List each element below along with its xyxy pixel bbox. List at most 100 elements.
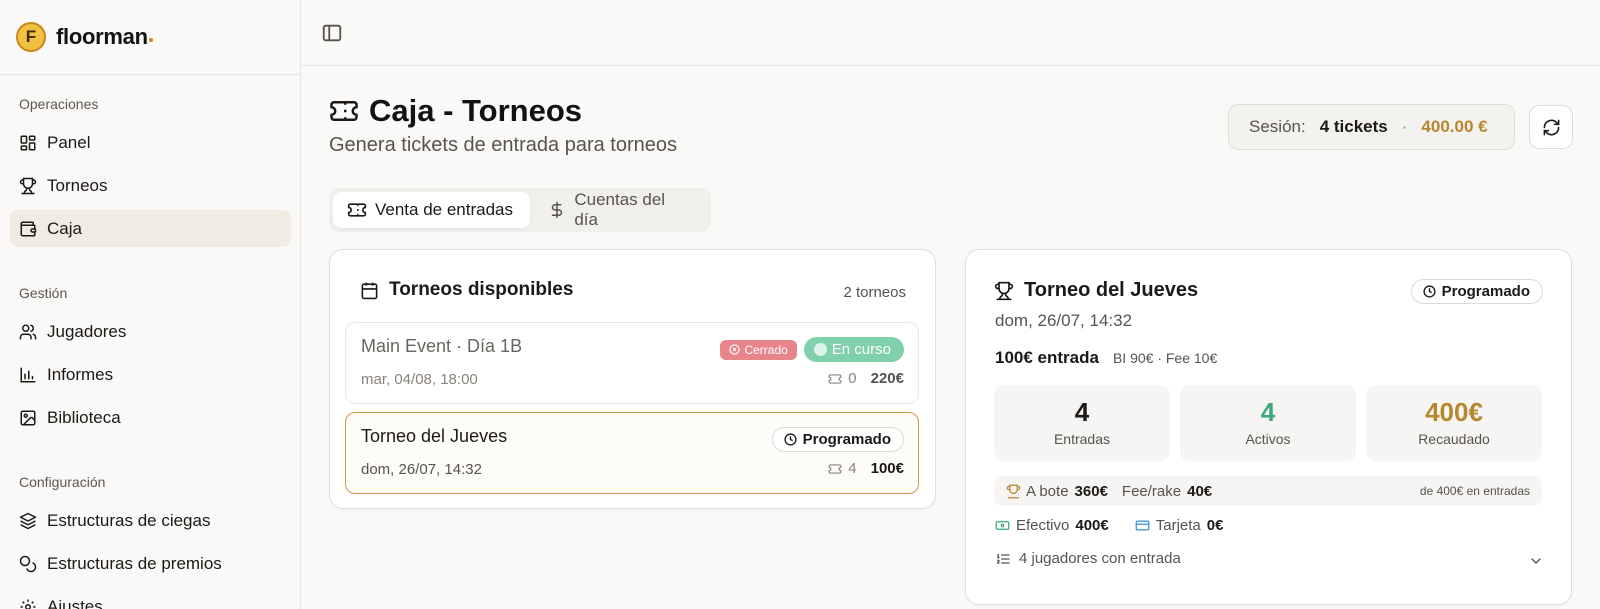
live-dot-icon: [813, 343, 827, 356]
status-badge-label: Programado: [1441, 283, 1530, 300]
list-ordered-icon: [996, 553, 1010, 564]
detail-status: Programado: [1410, 279, 1543, 304]
page-title-text: Caja - Torneos: [369, 93, 583, 128]
stat-value: 4: [1260, 397, 1276, 427]
tournament-price: 220€: [870, 370, 904, 387]
tournament-count: 2 torneos: [843, 284, 906, 301]
sidebar: F floorman Operaciones Panel Torneos Caj…: [0, 0, 301, 609]
ticket-count: 0: [848, 370, 857, 387]
sidebar-item-biblioteca[interactable]: Biblioteca: [10, 399, 291, 436]
closed-badge-label: Cerrado: [744, 342, 788, 357]
tournament-item-main-event[interactable]: Main Event · Día 1B mar, 04/08, 18:00 Ce…: [345, 322, 919, 404]
players-label: 4 jugadores con entrada: [1019, 550, 1181, 567]
status-badge: En curso: [803, 337, 904, 362]
sidebar-item-label: Ajustes: [47, 596, 103, 609]
image-icon: [20, 410, 36, 425]
entry-price-value: 100€ entrada: [995, 348, 1099, 367]
session-amount: 400.00 €: [1421, 117, 1488, 136]
tournament-meta: 4 100€: [828, 460, 904, 477]
tournament-name: Main Event · Día 1B: [361, 336, 523, 356]
coins-icon: [19, 555, 37, 572]
sidebar-item-torneos[interactable]: Torneos: [10, 167, 291, 204]
sidebar-item-label: Caja: [47, 218, 82, 238]
tab-label: Venta de entradas: [375, 200, 514, 219]
trophy-icon: [19, 177, 37, 194]
sidebar-item-label: Biblioteca: [47, 407, 121, 427]
nav-group-gestion: Gestión Jugadores Informes Biblioteca: [0, 283, 301, 436]
stat-label: Recaudado: [1418, 431, 1490, 447]
tournament-name: Torneo del Jueves: [361, 426, 508, 446]
cash-label: Efectivo: [1016, 517, 1070, 534]
refresh-button[interactable]: [1529, 105, 1573, 149]
chevron-down-icon: [1531, 558, 1541, 564]
nav-group-title: Operaciones: [19, 96, 99, 112]
tab-label: Cuentas del día: [574, 190, 666, 229]
sidebar-item-ajustes[interactable]: Ajustes: [10, 588, 291, 609]
ticket-icon: [828, 463, 842, 474]
stat-activos: 4 Activos: [1180, 385, 1356, 461]
brand-dot: [148, 38, 153, 42]
page-title: Caja - Torneos: [329, 93, 582, 129]
status-badge: Programado: [771, 427, 904, 452]
status-badge-label: Programado: [802, 431, 891, 448]
sidebar-item-label: Estructuras de premios: [47, 553, 222, 573]
stat-entradas: 4 Entradas: [994, 385, 1170, 461]
nav-group-title: Configuración: [19, 474, 106, 490]
sidebar-item-informes[interactable]: Informes: [10, 356, 291, 393]
available-tournaments-card: Torneos disponibles 2 torneos Main Event…: [329, 249, 936, 509]
stat-value: 4: [1074, 397, 1090, 427]
cash-value: 400€: [1075, 517, 1109, 534]
pot-breakdown: A bote 360€ Fee/rake 40€ de 400€ en entr…: [994, 476, 1542, 506]
stat-label: Activos: [1245, 431, 1291, 447]
sidebar-item-label: Panel: [47, 132, 91, 152]
brand[interactable]: F floorman: [0, 0, 300, 75]
session-tickets: 4 tickets: [1319, 117, 1388, 136]
sidebar-item-label: Jugadores: [47, 321, 127, 341]
clock-icon: [1423, 285, 1436, 298]
session-summary: Sesión: 4 tickets · 400.00 €: [1228, 104, 1515, 150]
tab-cuentas-dia[interactable]: Cuentas del día: [534, 190, 707, 229]
trophy-icon: [994, 281, 1014, 300]
wallet-icon: [20, 221, 37, 236]
sidebar-item-caja[interactable]: Caja: [10, 210, 291, 247]
nav-group-title: Gestión: [19, 285, 68, 301]
status-badge-label: En curso: [831, 341, 891, 358]
tournament-item-jueves[interactable]: Torneo del Jueves dom, 26/07, 14:32 Prog…: [345, 412, 919, 494]
ticket-count: 4: [848, 460, 857, 477]
ticket-icon: [347, 203, 367, 217]
gear-icon: [20, 599, 36, 609]
pot-value: 360€: [1074, 482, 1108, 500]
sidebar-item-estructuras-ciegas[interactable]: Estructuras de ciegas: [10, 502, 291, 539]
sidebar-item-panel[interactable]: Panel: [10, 124, 291, 161]
sidebar-toggle-button[interactable]: [321, 22, 343, 44]
ticket-icon: [828, 373, 842, 384]
pot-note: de 400€ en entradas: [1419, 484, 1530, 498]
detail-title: Torneo del Jueves: [994, 279, 1198, 302]
card-title: Torneos disponibles: [360, 279, 573, 301]
tournament-detail-card: Torneo del Jueves dom, 26/07, 14:32 Prog…: [965, 249, 1572, 605]
entry-breakdown: BI 90€ · Fee 10€: [1112, 350, 1218, 366]
sidebar-item-jugadores[interactable]: Jugadores: [10, 313, 291, 350]
sidebar-item-label: Informes: [47, 364, 114, 384]
sidebar-item-label: Estructuras de ciegas: [47, 510, 211, 530]
tab-venta-entradas[interactable]: Venta de entradas: [333, 192, 531, 228]
logo-icon: F: [16, 22, 46, 52]
status-badge: Programado: [1410, 279, 1543, 304]
cash-icon: [995, 521, 1010, 530]
nav-group-configuracion: Configuración Estructuras de ciegas Estr…: [0, 472, 301, 609]
detail-date: dom, 26/07, 14:32: [995, 311, 1133, 330]
ticket-icon: [330, 101, 358, 121]
brand-name: floorman: [56, 24, 148, 49]
trophy-icon: [1006, 484, 1021, 498]
players-expander[interactable]: 4 jugadores con entrada: [995, 550, 1544, 567]
detail-title-text: Torneo del Jueves: [1024, 279, 1199, 301]
clock-icon: [784, 433, 797, 446]
stats-row: 4 Entradas 4 Activos 400€ Recaudado: [994, 385, 1542, 461]
tournament-date: dom, 26/07, 14:32: [361, 461, 482, 478]
credit-card-icon: [1135, 520, 1150, 531]
closed-badge: Cerrado: [720, 339, 797, 360]
refresh-icon: [1543, 119, 1559, 135]
sidebar-item-estructuras-premios[interactable]: Estructuras de premios: [10, 545, 291, 582]
users-icon: [19, 324, 37, 339]
layers-icon: [19, 512, 37, 529]
